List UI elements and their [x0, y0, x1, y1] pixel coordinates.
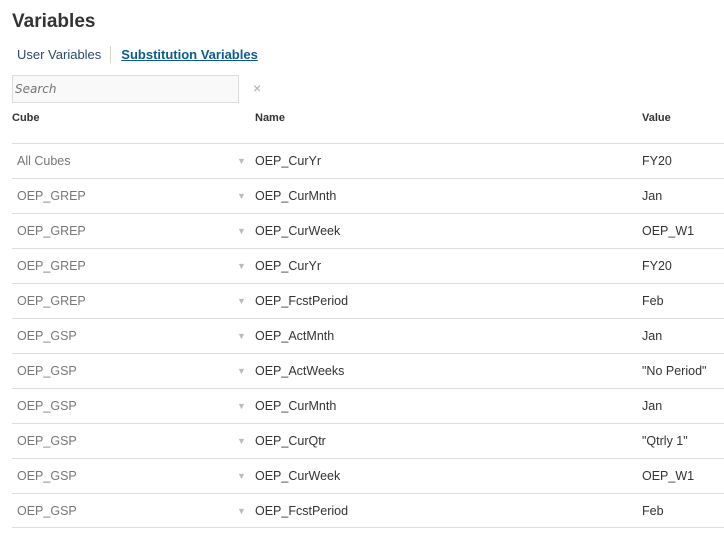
column-header-name[interactable]: Name — [255, 112, 285, 124]
cube-select[interactable]: OEP_GREP — [17, 189, 86, 203]
chevron-down-icon[interactable]: ▼ — [237, 226, 246, 236]
variable-name[interactable]: OEP_CurWeek — [255, 469, 340, 483]
table-row[interactable]: OEP_GSP ▼ OEP_ActWeeks "No Period" — [12, 353, 724, 388]
variable-value[interactable]: OEP_W1 — [642, 469, 694, 483]
clear-search-icon[interactable]: × — [253, 80, 261, 96]
table-row[interactable]: OEP_GSP ▼ OEP_CurMnth Jan — [12, 388, 724, 423]
cube-select[interactable]: OEP_GSP — [17, 469, 77, 483]
chevron-down-icon[interactable]: ▼ — [237, 331, 246, 341]
chevron-down-icon[interactable]: ▼ — [237, 261, 246, 271]
variable-name[interactable]: OEP_CurMnth — [255, 189, 336, 203]
variable-value[interactable]: FY20 — [642, 259, 672, 273]
cube-select[interactable]: OEP_GSP — [17, 364, 77, 378]
variable-value[interactable]: OEP_W1 — [642, 224, 694, 238]
cube-select[interactable]: OEP_GSP — [17, 399, 77, 413]
cube-select[interactable]: OEP_GREP — [17, 224, 86, 238]
variable-value[interactable]: Jan — [642, 399, 662, 413]
table-row[interactable]: OEP_GREP ▼ OEP_CurWeek OEP_W1 — [12, 213, 724, 248]
table-row[interactable]: OEP_GREP ▼ OEP_CurYr FY20 — [12, 248, 724, 283]
variable-value[interactable]: Jan — [642, 329, 662, 343]
chevron-down-icon[interactable]: ▼ — [237, 156, 246, 166]
variable-name[interactable]: OEP_CurYr — [255, 259, 321, 273]
cube-select[interactable]: OEP_GREP — [17, 294, 86, 308]
variable-value[interactable]: "Qtrly 1" — [642, 434, 688, 448]
variable-value[interactable]: Jan — [642, 189, 662, 203]
chevron-down-icon[interactable]: ▼ — [237, 366, 246, 376]
variable-name[interactable]: OEP_CurYr — [255, 154, 321, 168]
variable-name[interactable]: OEP_CurQtr — [255, 434, 326, 448]
variable-value[interactable]: FY20 — [642, 154, 672, 168]
table-row[interactable]: OEP_GSP ▼ OEP_CurWeek OEP_W1 — [12, 458, 724, 493]
cube-select[interactable]: OEP_GSP — [17, 434, 77, 448]
tab-substitution-variables[interactable]: Substitution Variables — [121, 47, 258, 62]
chevron-down-icon[interactable]: ▼ — [237, 436, 246, 446]
column-header-cube[interactable]: Cube — [12, 112, 40, 124]
variable-name[interactable]: OEP_FcstPeriod — [255, 504, 348, 518]
chevron-down-icon[interactable]: ▼ — [237, 191, 246, 201]
page-title: Variables — [12, 11, 96, 32]
table-row[interactable]: OEP_GREP ▼ OEP_CurMnth Jan — [12, 178, 724, 213]
variable-value[interactable]: Feb — [642, 504, 664, 518]
chevron-down-icon[interactable]: ▼ — [237, 471, 246, 481]
search-input[interactable] — [12, 75, 239, 103]
variable-name[interactable]: OEP_ActMnth — [255, 329, 334, 343]
variable-value[interactable]: Feb — [642, 294, 664, 308]
table-row[interactable]: OEP_GREP ▼ OEP_FcstPeriod Feb — [12, 283, 724, 318]
variable-name[interactable]: OEP_FcstPeriod — [255, 294, 348, 308]
column-header-value[interactable]: Value — [642, 112, 671, 124]
cube-select[interactable]: OEP_GSP — [17, 329, 77, 343]
chevron-down-icon[interactable]: ▼ — [237, 296, 246, 306]
variable-name[interactable]: OEP_CurMnth — [255, 399, 336, 413]
chevron-down-icon[interactable]: ▼ — [237, 506, 246, 516]
table-row[interactable]: All Cubes ▼ OEP_CurYr FY20 — [12, 143, 724, 178]
cube-select[interactable]: OEP_GSP — [17, 504, 77, 518]
chevron-down-icon[interactable]: ▼ — [237, 401, 246, 411]
table-row[interactable]: OEP_GSP ▼ OEP_CurQtr "Qtrly 1" — [12, 423, 724, 458]
table-row[interactable]: OEP_GSP ▼ OEP_ActMnth Jan — [12, 318, 724, 353]
variable-name[interactable]: OEP_ActWeeks — [255, 364, 344, 378]
table-row[interactable]: OEP_GSP ▼ OEP_FcstPeriod Feb — [12, 493, 724, 528]
variable-tabs: User Variables Substitution Variables — [17, 46, 258, 63]
cube-select[interactable]: All Cubes — [17, 154, 71, 168]
cube-select[interactable]: OEP_GREP — [17, 259, 86, 273]
variable-value[interactable]: "No Period" — [642, 364, 706, 378]
variable-name[interactable]: OEP_CurWeek — [255, 224, 340, 238]
tab-user-variables[interactable]: User Variables — [17, 46, 112, 63]
